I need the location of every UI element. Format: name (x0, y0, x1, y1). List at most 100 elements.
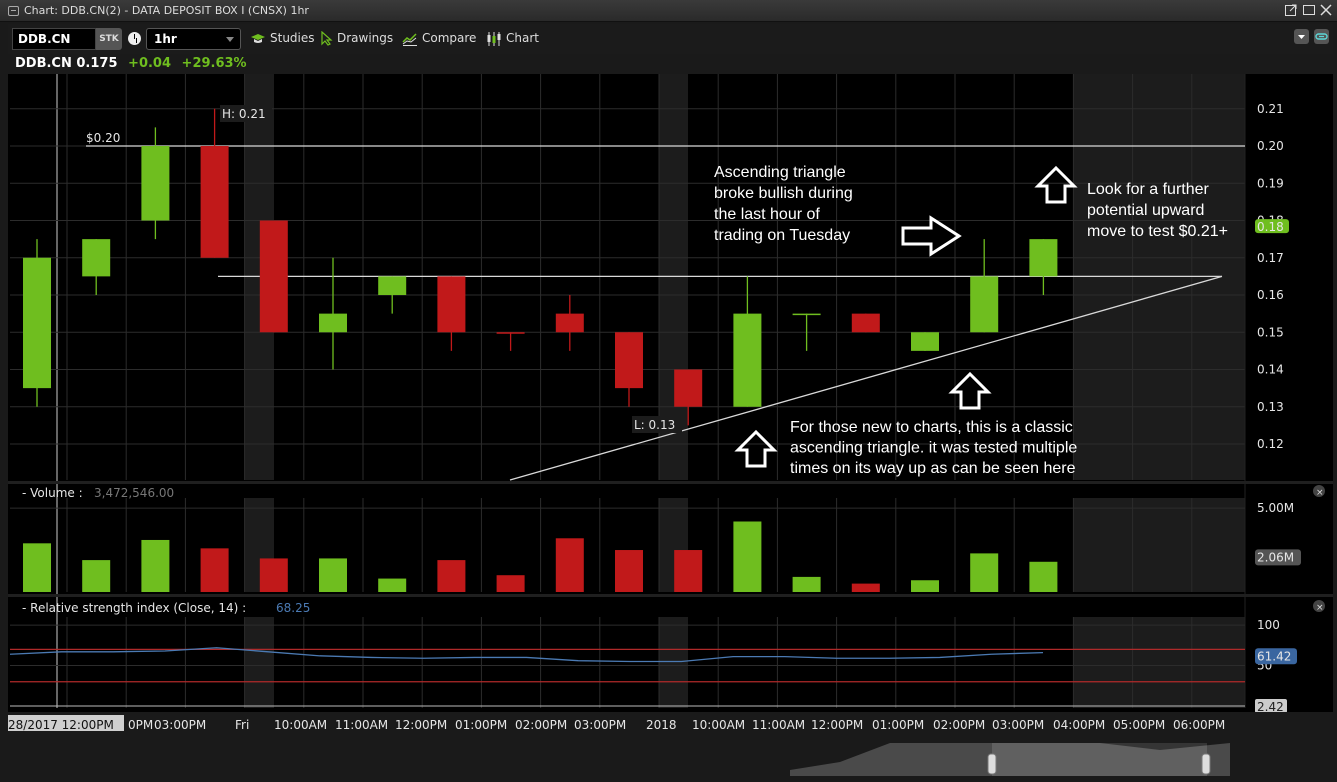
candle-body (200, 146, 229, 258)
annotation-line: times on its way up as can be seen here (790, 460, 1076, 477)
navigator-handle[interactable] (1201, 753, 1211, 775)
link-icon (1315, 33, 1328, 40)
quote-change-pct: +29.63% (181, 56, 247, 71)
dropdown-menu-button[interactable] (1294, 29, 1309, 44)
security-type-button[interactable]: STK (96, 28, 122, 50)
window-titlebar: Chart: DDB.CN(2) - DATA DEPOSIT BOX I (C… (0, 0, 1337, 22)
volume-bar (23, 543, 51, 592)
studies-button[interactable]: Studies (250, 30, 315, 48)
price-tick-label: 0.16 (1257, 288, 1284, 302)
session-shade (245, 617, 274, 708)
time-axis-label: 01:00PM (455, 718, 507, 732)
rsi-last-badge-text: 61.42 (1257, 649, 1291, 663)
volume-panel-title: - Volume : (22, 486, 83, 500)
volume-bar (259, 558, 288, 592)
chart-svg[interactable]: 0.12 0.13 0.14 0.15 0.16 0.17 0.18 0.19 0.20 0.21… (8, 74, 1333, 712)
annotation-line: trading on Tuesday (714, 227, 850, 244)
drawings-label: Drawings (337, 31, 394, 45)
navigator-selection[interactable] (992, 743, 1207, 776)
time-axis-label: 11:00AM (335, 718, 388, 732)
window-title: Chart: DDB.CN(2) - DATA DEPOSIT BOX I (C… (24, 4, 309, 17)
volume-bar (792, 576, 821, 592)
candle (319, 257, 347, 370)
chart-type-button[interactable]: Chart (486, 30, 539, 48)
time-axis-label: 0PM (128, 718, 153, 732)
time-axis-label: 28/2017 12:00PM (8, 718, 114, 732)
panel-divider (8, 481, 1333, 484)
studies-label: Studies (270, 31, 315, 45)
annotation-line: potential upward (1087, 202, 1204, 219)
volume-bar (615, 550, 643, 592)
interval-select[interactable]: 1hr (146, 28, 241, 50)
volume-bar (141, 539, 170, 592)
maximize-icon[interactable] (1301, 3, 1317, 18)
right-arrow-icon (901, 215, 962, 257)
candle-body (259, 220, 288, 333)
compare-chart-icon (402, 32, 417, 46)
price-tick-label: 0.20 (1257, 139, 1284, 153)
close-x-glyph: × (1316, 488, 1324, 498)
annotation-text: For those new to charts, this is a class… (790, 419, 1077, 477)
candle (555, 295, 584, 351)
price-tick-label: 0.15 (1257, 325, 1284, 339)
high-label: H: 0.21 (220, 105, 272, 122)
future-area-shade (1073, 617, 1245, 708)
candle (496, 332, 525, 351)
panel-divider (8, 594, 1333, 597)
future-area-shade (1073, 498, 1245, 592)
candle (200, 108, 229, 258)
candlestick-icon (487, 31, 501, 46)
volume-bar (970, 553, 999, 592)
volume-bar (82, 560, 111, 592)
time-axis-label: 2018 (646, 718, 677, 732)
candle (733, 276, 762, 407)
quote-symbol: DDB.CN (15, 56, 72, 71)
chart-label: Chart (506, 31, 539, 45)
caret-down-icon (1298, 35, 1305, 39)
chart-area[interactable]: 0.12 0.13 0.14 0.15 0.16 0.17 0.18 0.19 0.20 0.21… (8, 74, 1333, 712)
candle (141, 127, 170, 240)
time-axis-label: 04:00PM (1053, 718, 1105, 732)
window-menu-icon[interactable] (8, 6, 19, 16)
volume-last-badge-text: 2.06M (1257, 550, 1294, 564)
candle (437, 276, 466, 351)
candle-body (851, 313, 880, 333)
annotation-line: ascending triangle. it was tested multip… (790, 440, 1077, 457)
volume-tick-label: 5.00M (1257, 501, 1294, 515)
candle-body (615, 332, 643, 389)
time-axis-label: 11:00AM (752, 718, 805, 732)
time-axis-and-navigator[interactable]: 28/2017 12:00PM 0PM 03:00PM Fri 10:00AM 11:00… (0, 710, 1337, 782)
annotation-line: broke bullish during (714, 185, 853, 202)
candle (82, 239, 111, 295)
candle (259, 220, 288, 333)
compare-label: Compare (422, 31, 477, 45)
price-tick-label: 0.17 (1257, 251, 1284, 265)
time-axis-label: 03:00PM (992, 718, 1044, 732)
price-tick-label: 0.19 (1257, 176, 1284, 190)
symbol-input[interactable]: DDB.CN (12, 28, 96, 50)
low-label: L: 0.13 (632, 416, 682, 433)
annotation-line: the last hour of (714, 206, 820, 223)
annotation-line: Look for a further (1087, 181, 1210, 198)
candle-body (437, 276, 466, 333)
rsi-panel-title: - Relative strength index (Close, 14) : (22, 601, 246, 615)
candle (23, 239, 51, 407)
time-axis-label: 03:00PM (574, 718, 626, 732)
chevron-down-icon (226, 37, 234, 42)
price-tick-label: 0.12 (1257, 437, 1284, 451)
candle-body (378, 276, 407, 295)
time-axis-label: Fri (235, 718, 249, 732)
drawings-button[interactable]: Drawings (321, 30, 393, 48)
compare-button[interactable]: Compare (402, 30, 476, 48)
time-axis-label: 10:00AM (692, 718, 745, 732)
up-arrow-icon (1034, 165, 1078, 204)
popout-icon[interactable] (1283, 3, 1299, 18)
candle (1029, 239, 1058, 295)
link-button[interactable] (1314, 29, 1329, 44)
session-shade (659, 617, 688, 708)
close-icon[interactable] (1318, 3, 1334, 18)
navigator-handle[interactable] (987, 753, 997, 775)
candle (851, 313, 880, 333)
candle-body (141, 146, 170, 221)
time-axis-label: 01:00PM (872, 718, 924, 732)
